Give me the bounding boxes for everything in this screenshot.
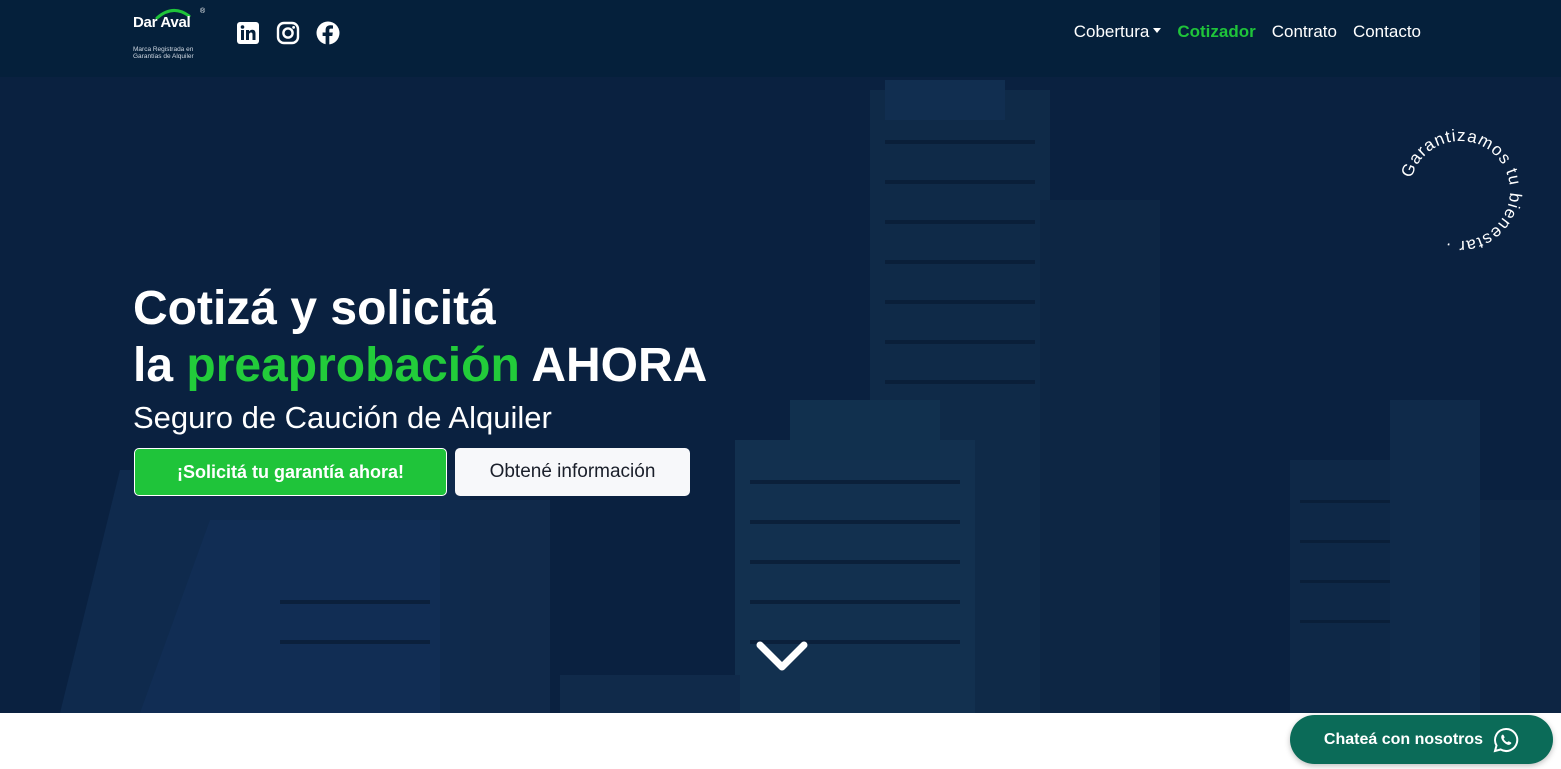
facebook-icon bbox=[316, 21, 340, 45]
headline-suffix: AHORA bbox=[519, 339, 708, 392]
brand-tagline: Marca Registrada en Garantías de Alquile… bbox=[133, 46, 194, 60]
hero-headline: Cotizá y solicitá la preaprobación AHORA bbox=[133, 280, 707, 394]
brand-name: Dar Aval bbox=[133, 14, 191, 31]
hero-subtitle: Seguro de Caución de Alquiler bbox=[133, 400, 552, 435]
facebook-link[interactable] bbox=[316, 21, 340, 45]
instagram-link[interactable] bbox=[276, 21, 300, 45]
registered-mark: ® bbox=[200, 8, 206, 15]
badge-text: Garantizamos tu bienestar · bbox=[1397, 126, 1524, 256]
nav-item-cobertura[interactable]: Cobertura bbox=[1074, 22, 1162, 42]
request-guarantee-button[interactable]: ¡Solicitá tu garantía ahora! bbox=[134, 448, 447, 496]
svg-text:Garantizamos tu bienestar ·: Garantizamos tu bienestar · bbox=[1397, 126, 1525, 256]
top-navbar: Dar Aval ® Marca Registrada en Garantías… bbox=[0, 0, 1561, 77]
caret-down-icon bbox=[1153, 28, 1162, 34]
chevron-down-icon[interactable] bbox=[755, 638, 809, 674]
headline-line-2: la preaprobación AHORA bbox=[133, 337, 707, 394]
headline-highlight: preaprobación bbox=[186, 339, 520, 392]
headline-line-1: Cotizá y solicitá bbox=[133, 282, 496, 335]
nav-item-cobertura-label: Cobertura bbox=[1073, 22, 1150, 41]
linkedin-icon bbox=[237, 22, 259, 44]
headline-prefix: la bbox=[133, 339, 187, 392]
get-information-button[interactable]: Obtené información bbox=[455, 448, 690, 496]
main-nav: Cobertura Cotizador Contrato Contacto bbox=[1074, 22, 1421, 42]
chat-button-label: Chateá con nosotros bbox=[1323, 730, 1484, 748]
nav-item-cotizador[interactable]: Cotizador bbox=[1177, 22, 1255, 42]
brand-logo[interactable]: Dar Aval ® Marca Registrada en Garantías… bbox=[133, 6, 213, 64]
instagram-icon bbox=[276, 21, 300, 45]
circular-badge: Garantizamos tu bienestar · bbox=[1397, 126, 1525, 256]
whatsapp-chat-button[interactable]: Chateá con nosotros bbox=[1290, 715, 1553, 764]
nav-item-contacto[interactable]: Contacto bbox=[1353, 22, 1421, 42]
linkedin-link[interactable] bbox=[236, 21, 260, 45]
hero-section: Dar Aval ® Marca Registrada en Garantías… bbox=[0, 0, 1561, 713]
whatsapp-icon bbox=[1493, 727, 1519, 752]
nav-item-contrato[interactable]: Contrato bbox=[1272, 22, 1337, 42]
